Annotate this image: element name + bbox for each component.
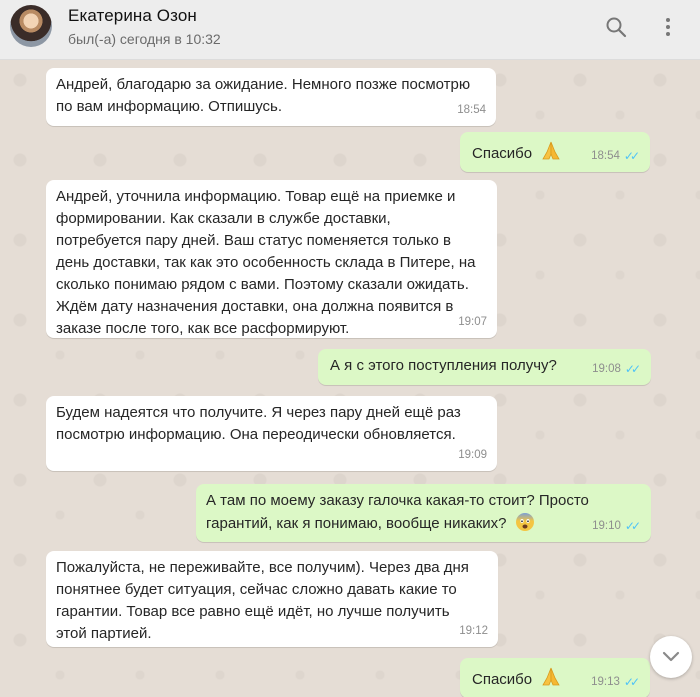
message-text: Спасибо bbox=[472, 671, 533, 688]
chat-header: Екатерина Озон был(-а) сегодня в 10:32 bbox=[0, 0, 700, 60]
message-meta: 19:08 ✓✓ bbox=[592, 358, 641, 380]
message-time: 19:07 bbox=[458, 316, 487, 328]
message-text: Пожалуйста, не переживайте, все получим)… bbox=[56, 559, 469, 642]
message-time: 19:12 bbox=[459, 625, 488, 637]
message-outgoing[interactable]: Спасибо 18:54 ✓✓ bbox=[460, 132, 650, 172]
message-time: 19:09 bbox=[458, 449, 487, 461]
message-meta: 19:12 bbox=[459, 620, 488, 642]
contact-status: был(-а) сегодня в 10:32 bbox=[68, 31, 221, 47]
double-check-icon: ✓✓ bbox=[624, 519, 641, 533]
fearful-face-icon bbox=[515, 513, 534, 531]
contact-name[interactable]: Екатерина Озон bbox=[68, 6, 197, 26]
folded-hands-icon bbox=[542, 667, 560, 686]
message-time: 19:10 bbox=[592, 520, 621, 532]
message-time: 19:13 bbox=[591, 676, 620, 688]
menu-button[interactable] bbox=[655, 14, 681, 40]
kebab-menu-icon bbox=[666, 18, 670, 36]
message-text: Андрей, благодарю за ожидание. Немного п… bbox=[56, 76, 471, 115]
message-meta: 19:07 bbox=[458, 311, 487, 333]
message-incoming[interactable]: Андрей, уточнила информацию. Товар ещё н… bbox=[46, 180, 497, 338]
double-check-icon: ✓✓ bbox=[623, 675, 640, 689]
chevron-down-icon bbox=[662, 651, 680, 662]
message-time: 18:54 bbox=[591, 150, 620, 162]
message-time: 18:54 bbox=[457, 104, 486, 116]
avatar[interactable] bbox=[10, 5, 52, 47]
message-text: Спасибо bbox=[472, 145, 533, 162]
message-outgoing[interactable]: Спасибо 19:13 ✓✓ bbox=[460, 658, 650, 697]
message-time: 19:08 bbox=[592, 363, 621, 375]
double-check-icon: ✓✓ bbox=[624, 362, 641, 376]
scroll-to-bottom-button[interactable] bbox=[650, 636, 692, 678]
message-text: Будем надеятся что получите. Я через пар… bbox=[56, 404, 461, 443]
chat-area[interactable]: Андрей, благодарю за ожидание. Немного п… bbox=[0, 60, 700, 697]
message-meta: 19:09 bbox=[458, 444, 487, 466]
message-outgoing[interactable]: А там по моему заказу галочка какая-то с… bbox=[196, 484, 651, 542]
message-meta: 18:54 bbox=[457, 99, 486, 121]
message-text: Андрей, уточнила информацию. Товар ещё н… bbox=[56, 188, 476, 337]
double-check-icon: ✓✓ bbox=[623, 149, 640, 163]
message-meta: 19:13 ✓✓ bbox=[591, 671, 640, 693]
folded-hands-icon bbox=[542, 141, 560, 160]
message-incoming[interactable]: Андрей, благодарю за ожидание. Немного п… bbox=[46, 68, 496, 126]
message-meta: 19:10 ✓✓ bbox=[592, 515, 641, 537]
message-incoming[interactable]: Будем надеятся что получите. Я через пар… bbox=[46, 396, 497, 471]
message-incoming[interactable]: Пожалуйста, не переживайте, все получим)… bbox=[46, 551, 498, 647]
message-text: А я с этого поступления получу? bbox=[330, 357, 557, 374]
search-button[interactable] bbox=[603, 14, 629, 40]
message-meta: 18:54 ✓✓ bbox=[591, 145, 640, 167]
search-icon bbox=[606, 17, 627, 38]
message-outgoing[interactable]: А я с этого поступления получу? 19:08 ✓✓ bbox=[318, 349, 651, 385]
